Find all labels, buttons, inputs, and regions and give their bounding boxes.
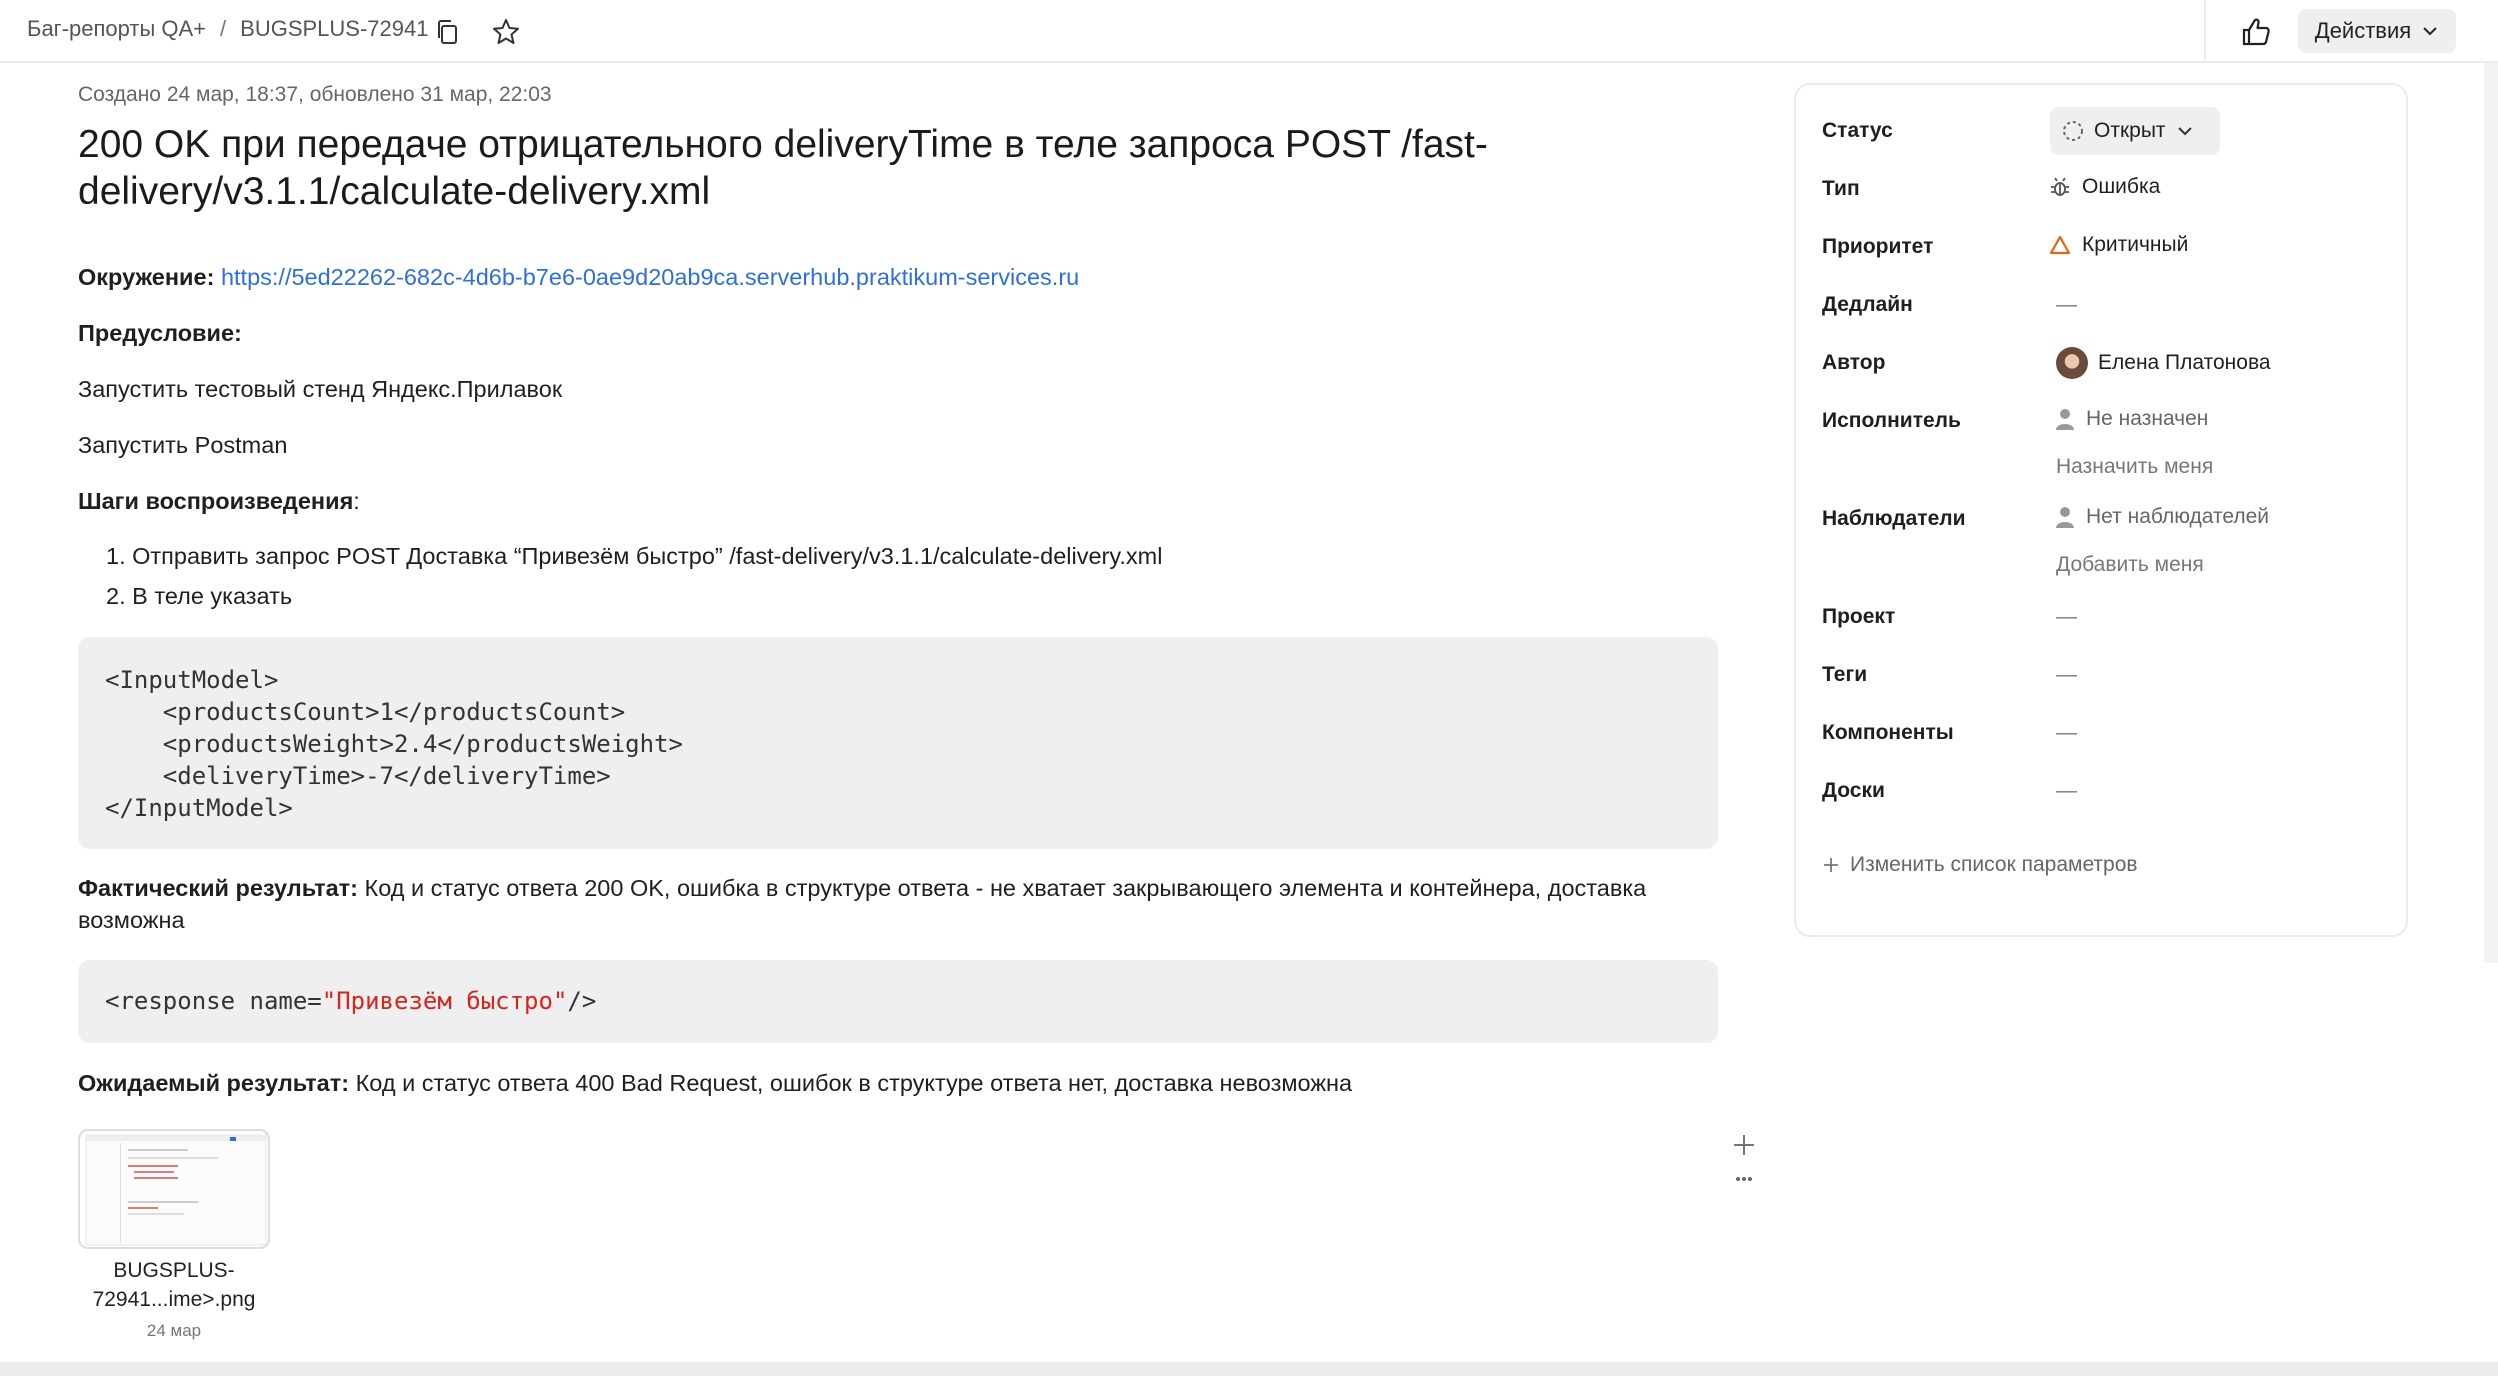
list-item: 2. В теле указать — [106, 583, 293, 609]
response-code-block: <response name="Привезём быстро"/> — [78, 960, 1718, 1043]
status-value: Открыт — [2094, 119, 2166, 142]
author-value: Елена Платонова — [2098, 351, 2271, 374]
breadcrumb-queue[interactable]: Баг-репорты QA+ — [27, 16, 206, 42]
topbar-divider — [2204, 0, 2206, 63]
priority-critical-icon — [2049, 235, 2071, 255]
top-bar: Баг-репорты QA+ / BUGSPLUS-72941 Действи… — [0, 0, 2498, 63]
attachment-name-line-2: 72941...ime>.png — [92, 1288, 256, 1311]
screenshot-preview-image — [85, 1134, 267, 1246]
boards-label: Доски — [1822, 779, 1885, 802]
attachment-name-line-1: BUGSPLUS- — [113, 1259, 235, 1282]
watchers-field[interactable]: Нет наблюдателей — [2054, 505, 2269, 529]
thumbs-up-icon[interactable] — [2238, 14, 2274, 50]
components-label: Компоненты — [1822, 721, 1954, 744]
scrollbar[interactable] — [2484, 63, 2498, 963]
bottom-scrollbar[interactable] — [0, 1362, 2498, 1376]
project-value[interactable]: — — [2056, 605, 2077, 629]
breadcrumb-issue-key[interactable]: BUGSPLUS-72941 — [240, 16, 428, 42]
user-icon — [2056, 409, 2074, 430]
chevron-down-icon — [2177, 127, 2192, 136]
bug-icon — [2051, 177, 2069, 196]
response-code-suffix: /> — [567, 987, 597, 1015]
type-field[interactable]: Ошибка — [2048, 175, 2160, 199]
actions-label: Действия — [2314, 18, 2412, 43]
tags-value[interactable]: — — [2056, 663, 2077, 687]
environment-link[interactable]: https://5ed22262-682c-4d6b-b7e6-0ae9d20a… — [221, 264, 1079, 290]
author-label: Автор — [1822, 351, 1886, 374]
boards-value[interactable]: — — [2056, 779, 2077, 803]
environment-line: Окружение: https://5ed22262-682c-4d6b-b7… — [78, 261, 1079, 293]
edit-params-label: Изменить список параметров — [1850, 853, 2138, 876]
environment-label: Окружение: — [78, 264, 215, 290]
add-attachment-icon[interactable] — [1728, 1129, 1760, 1161]
actual-result-text: Код и статус ответа 200 OK, ошибка в стр… — [358, 875, 1647, 901]
list-item: 1. Отправить запрос POST Доставка “Приве… — [106, 543, 1163, 569]
status-open-icon — [2063, 121, 2083, 141]
priority-value: Критичный — [2082, 233, 2189, 256]
steps-colon: : — [353, 488, 360, 514]
project-label: Проект — [1822, 605, 1896, 628]
breadcrumb: Баг-репорты QA+ / BUGSPLUS-72941 — [27, 16, 428, 42]
deadline-label: Дедлайн — [1822, 293, 1913, 316]
precondition-1: Запустить тестовый стенд Яндекс.Прилавок — [78, 376, 563, 402]
priority-label: Приоритет — [1822, 235, 1934, 258]
add-me-link[interactable]: Добавить меня — [2056, 553, 2204, 577]
actions-button[interactable]: Действия — [2298, 9, 2456, 53]
precondition-2: Запустить Postman — [78, 432, 288, 458]
expected-result-text: Код и статус ответа 400 Bad Request, оши… — [349, 1070, 1353, 1096]
assignee-value: Не назначен — [2086, 407, 2209, 430]
steps-heading: Шаги воспроизведения: — [78, 485, 360, 517]
plus-icon — [1824, 858, 1838, 872]
copy-icon[interactable] — [433, 17, 463, 47]
avatar — [2056, 347, 2088, 379]
priority-field[interactable]: Критичный — [2048, 233, 2188, 257]
attachment-thumbnail[interactable] — [78, 1129, 270, 1249]
expected-result-label: Ожидаемый результат: — [78, 1070, 350, 1096]
expected-result-line: Ожидаемый результат: Код и статус ответа… — [78, 1067, 1352, 1099]
status-label: Статус — [1822, 119, 1893, 142]
tags-label: Теги — [1822, 663, 1868, 686]
response-code-prefix: <response name= — [105, 987, 322, 1015]
steps-label: Шаги воспроизведения — [78, 488, 354, 514]
chevron-down-icon — [2423, 27, 2437, 36]
properties-panel: Статус Открыт Тип Ошибка Приоритет Крити… — [1794, 83, 2408, 937]
attachment-date: 24 мар — [146, 1321, 202, 1340]
author-field[interactable]: Елена Платонова — [2056, 347, 2271, 379]
response-code-string: "Привезём быстро" — [321, 987, 568, 1015]
breadcrumb-separator: / — [220, 16, 227, 41]
user-icon — [2056, 507, 2074, 528]
type-label: Тип — [1822, 177, 1860, 200]
star-icon[interactable] — [490, 16, 522, 48]
precondition-label: Предусловие: — [78, 320, 242, 346]
issue-meta: Создано 24 мар, 18:37, обновлено 31 мар,… — [78, 83, 552, 106]
assign-me-link[interactable]: Назначить меня — [2056, 455, 2213, 479]
issue-title[interactable]: 200 OK при передаче отрицательного deliv… — [78, 121, 1578, 215]
more-options-icon[interactable] — [1728, 1163, 1760, 1195]
attachment-name[interactable]: BUGSPLUS- 72941...ime>.png — [78, 1256, 270, 1314]
watchers-label: Наблюдатели — [1822, 507, 1966, 530]
assignee-label: Исполнитель — [1822, 409, 1961, 432]
actual-result-label: Фактический результат: — [78, 875, 359, 901]
edit-params-button[interactable]: Изменить список параметров — [1822, 853, 2138, 877]
components-value[interactable]: — — [2056, 721, 2077, 745]
watchers-value: Нет наблюдателей — [2086, 505, 2270, 528]
steps-list: 1. Отправить запрос POST Доставка “Приве… — [78, 536, 1162, 616]
assignee-field[interactable]: Не назначен — [2054, 407, 2208, 431]
actual-result-line-2: возможна — [78, 907, 185, 933]
precondition-heading: Предусловие: — [78, 317, 242, 349]
status-dropdown[interactable]: Открыт — [2050, 107, 2220, 155]
request-code-block: <InputModel> <productsCount>1</productsC… — [78, 637, 1718, 849]
type-value: Ошибка — [2082, 175, 2161, 198]
actual-result-line-1: Фактический результат: Код и статус отве… — [78, 872, 1646, 904]
deadline-value[interactable]: — — [2056, 293, 2077, 317]
